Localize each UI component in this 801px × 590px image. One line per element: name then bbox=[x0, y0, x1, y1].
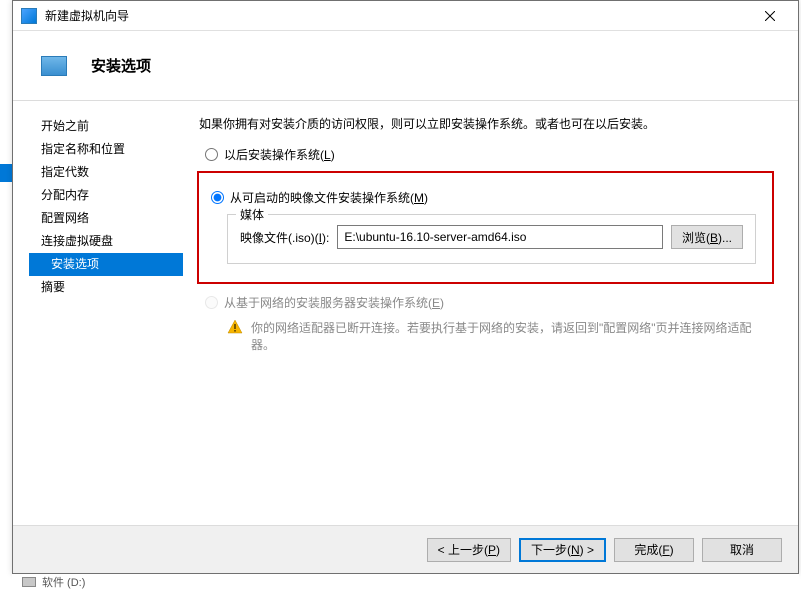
wizard-window: 新建虚拟机向导 安装选项 开始之前 指定名称和位置 指定代数 分配内存 配置网络… bbox=[12, 0, 799, 574]
radio-install-network-row: 从基于网络的安装服务器安装操作系统(E) bbox=[205, 294, 774, 311]
wizard-body: 开始之前 指定名称和位置 指定代数 分配内存 配置网络 连接虚拟硬盘 安装选项 … bbox=[13, 101, 798, 525]
drive-icon bbox=[22, 577, 36, 587]
monitor-icon bbox=[41, 56, 67, 76]
browse-button[interactable]: 浏览(B)... bbox=[671, 225, 743, 249]
sidebar-item-summary[interactable]: 摘要 bbox=[35, 276, 183, 299]
sidebar-item-vhd[interactable]: 连接虚拟硬盘 bbox=[35, 230, 183, 253]
close-button[interactable] bbox=[750, 2, 790, 30]
media-groupbox: 媒体 映像文件(.iso)(I): 浏览(B)... bbox=[227, 214, 756, 264]
sidebar-item-label: 安装选项 bbox=[51, 257, 99, 271]
radio-install-later-label: 以后安装操作系统(L) bbox=[224, 146, 335, 163]
page-title: 安装选项 bbox=[91, 55, 151, 76]
radio-install-iso-label: 从可启动的映像文件安装操作系统(M) bbox=[230, 189, 428, 206]
sidebar-item-label: 开始之前 bbox=[41, 119, 89, 133]
sidebar-item-memory[interactable]: 分配内存 bbox=[35, 184, 183, 207]
wizard-header: 安装选项 bbox=[13, 31, 798, 101]
radio-install-iso-row[interactable]: 从可启动的映像文件安装操作系统(M) bbox=[211, 189, 756, 206]
wizard-footer: < 上一步(P) 下一步(N) > 完成(F) 取消 bbox=[13, 525, 798, 573]
next-button[interactable]: 下一步(N) > bbox=[519, 538, 606, 562]
network-warning-text: 你的网络适配器已断开连接。若要执行基于网络的安装，请返回到"配置网络"页并连接网… bbox=[251, 319, 774, 353]
sidebar-item-before-begin[interactable]: 开始之前 bbox=[35, 115, 183, 138]
iso-path-input[interactable] bbox=[337, 225, 663, 249]
media-row: 映像文件(.iso)(I): 浏览(B)... bbox=[240, 225, 743, 249]
close-icon bbox=[765, 11, 775, 21]
window-title: 新建虚拟机向导 bbox=[45, 7, 750, 24]
highlight-annotation: 从可启动的映像文件安装操作系统(M) 媒体 映像文件(.iso)(I): 浏览(… bbox=[197, 171, 774, 284]
drive-label: 软件 (D:) bbox=[42, 574, 85, 590]
sidebar-item-install-options[interactable]: 安装选项 bbox=[29, 253, 183, 276]
network-warning: 你的网络适配器已断开连接。若要执行基于网络的安装，请返回到"配置网络"页并连接网… bbox=[227, 319, 774, 353]
radio-install-later[interactable] bbox=[205, 148, 218, 161]
radio-install-later-row[interactable]: 以后安装操作系统(L) bbox=[205, 146, 774, 163]
radio-install-network-label: 从基于网络的安装服务器安装操作系统(E) bbox=[224, 294, 444, 311]
sidebar-item-label: 配置网络 bbox=[41, 211, 89, 225]
app-icon bbox=[21, 8, 37, 24]
media-legend: 媒体 bbox=[236, 206, 268, 223]
cancel-button[interactable]: 取消 bbox=[702, 538, 782, 562]
previous-button[interactable]: < 上一步(P) bbox=[427, 538, 511, 562]
content-description: 如果你拥有对安装介质的访问权限，则可以立即安装操作系统。或者也可在以后安装。 bbox=[199, 115, 774, 132]
sidebar-item-label: 摘要 bbox=[41, 280, 65, 294]
finish-button[interactable]: 完成(F) bbox=[614, 538, 694, 562]
iso-file-label: 映像文件(.iso)(I): bbox=[240, 229, 329, 246]
sidebar-item-name-location[interactable]: 指定名称和位置 bbox=[35, 138, 183, 161]
sidebar-item-label: 指定代数 bbox=[41, 165, 89, 179]
sidebar-item-label: 连接虚拟硬盘 bbox=[41, 234, 113, 248]
sidebar-item-label: 指定名称和位置 bbox=[41, 142, 125, 156]
left-accent-strip bbox=[0, 164, 12, 182]
sidebar-item-generation[interactable]: 指定代数 bbox=[35, 161, 183, 184]
warning-icon bbox=[227, 319, 243, 335]
content-panel: 如果你拥有对安装介质的访问权限，则可以立即安装操作系统。或者也可在以后安装。 以… bbox=[183, 101, 798, 525]
radio-install-network bbox=[205, 296, 218, 309]
titlebar: 新建虚拟机向导 bbox=[13, 1, 798, 31]
sidebar-item-label: 分配内存 bbox=[41, 188, 89, 202]
sidebar-item-network[interactable]: 配置网络 bbox=[35, 207, 183, 230]
sidebar: 开始之前 指定名称和位置 指定代数 分配内存 配置网络 连接虚拟硬盘 安装选项 … bbox=[13, 101, 183, 525]
radio-install-iso[interactable] bbox=[211, 191, 224, 204]
explorer-strip: 软件 (D:) bbox=[12, 574, 799, 590]
